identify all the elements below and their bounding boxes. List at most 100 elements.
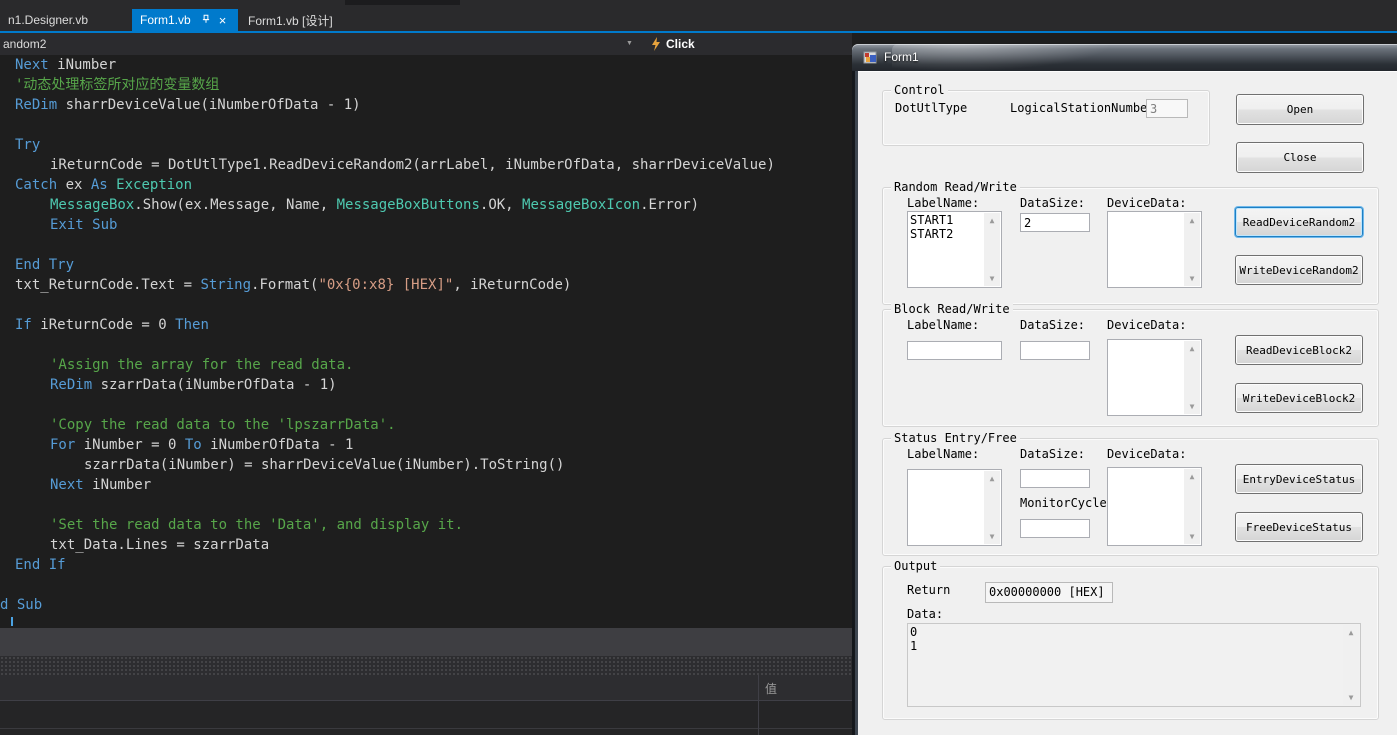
- status-labelname-label: LabelName:: [907, 447, 980, 461]
- freedevicestatus-button[interactable]: FreeDeviceStatus: [1235, 512, 1363, 542]
- code-line: Try: [15, 137, 41, 153]
- scrollbar[interactable]: ▲ ▼: [1184, 213, 1200, 286]
- scrollbar[interactable]: ▲ ▼: [984, 471, 1000, 544]
- scroll-down-icon[interactable]: ▼: [1184, 399, 1200, 414]
- status-labelname-input[interactable]: ▲ ▼: [907, 469, 1002, 546]
- window-title: Form1: [884, 50, 919, 64]
- tab-form1-vb[interactable]: Form1.vb ×: [132, 9, 238, 31]
- scroll-up-icon[interactable]: ▲: [1184, 341, 1200, 356]
- form-client-area: Control DotUtlType LogicalStationNumbe 3…: [858, 71, 1397, 735]
- editor-tab-strip: n1.Designer.vb Form1.vb × Form1.vb [设计]: [0, 9, 1397, 33]
- code-line: 'Set the read data to the 'Data', and di…: [50, 517, 464, 533]
- scroll-down-icon[interactable]: ▼: [1343, 690, 1359, 705]
- tab-form1-designer[interactable]: n1.Designer.vb: [0, 9, 122, 31]
- event-bolt-icon: [650, 37, 662, 56]
- block-devicedata-input[interactable]: ▲ ▼: [1107, 339, 1202, 416]
- block-datasize-input[interactable]: [1020, 341, 1090, 360]
- status-devicedata-label: DeviceData:: [1107, 447, 1187, 461]
- writedevicerandom2-button[interactable]: WriteDeviceRandom2: [1235, 255, 1363, 285]
- status-devicedata-input[interactable]: ▲ ▼: [1107, 467, 1202, 546]
- status-datasize-input[interactable]: [1020, 469, 1090, 488]
- tab-form1-design[interactable]: Form1.vb [设计]: [240, 9, 364, 31]
- entrydevicestatus-button[interactable]: EntryDeviceStatus: [1235, 464, 1363, 494]
- scrollbar[interactable]: ▲ ▼: [1343, 625, 1359, 705]
- output-return-input[interactable]: 0x00000000 [HEX]: [985, 582, 1113, 603]
- code-line: MessageBox.Show(ex.Message, Name, Messag…: [50, 197, 700, 213]
- watch-column-divider[interactable]: [758, 675, 759, 735]
- watch-value-column-header: 值: [765, 682, 778, 696]
- dotutltype-label: DotUtlType: [895, 101, 968, 115]
- close-icon[interactable]: ×: [219, 14, 227, 27]
- output-data-label: Data:: [907, 607, 944, 621]
- group-label: Status Entry/Free: [891, 431, 1020, 445]
- watch-row[interactable]: [0, 728, 852, 735]
- horizontal-scrollbar[interactable]: [0, 628, 852, 656]
- scroll-up-icon[interactable]: ▲: [1343, 625, 1359, 640]
- random-datasize-input[interactable]: 2: [1020, 213, 1090, 232]
- scrollbar[interactable]: ▲ ▼: [984, 213, 1000, 286]
- block-datasize-label: DataSize:: [1020, 318, 1086, 332]
- code-editor[interactable]: Next iNumber '动态处理标签所对应的变量数组 ReDim sharrDe…: [0, 55, 852, 628]
- scroll-down-icon[interactable]: ▼: [1184, 271, 1200, 286]
- vs-top-notch: [345, 0, 460, 5]
- code-line: 'Assign the array for the read data.: [50, 357, 354, 373]
- group-label: Random Read/Write: [891, 180, 1020, 194]
- scroll-up-icon[interactable]: ▲: [1184, 213, 1200, 228]
- output-data-input[interactable]: 0 1 ▲ ▼: [907, 623, 1361, 707]
- scrollbar[interactable]: ▲ ▼: [1184, 341, 1200, 414]
- scroll-up-icon[interactable]: ▲: [984, 471, 1000, 486]
- code-line: Exit Sub: [50, 217, 118, 233]
- scroll-down-icon[interactable]: ▼: [1184, 529, 1200, 544]
- logicalstationnumber-label: LogicalStationNumbe: [1010, 101, 1148, 115]
- scroll-up-icon[interactable]: ▲: [984, 213, 1000, 228]
- scroll-down-icon[interactable]: ▼: [984, 271, 1000, 286]
- random-datasize-label: DataSize:: [1020, 196, 1086, 210]
- code-line: Next iNumber: [50, 477, 152, 493]
- code-line: ReDim szarrData(iNumberOfData - 1): [50, 377, 337, 393]
- chevron-down-icon[interactable]: ▼: [626, 40, 633, 47]
- random-labelname-label: LabelName:: [907, 196, 980, 210]
- code-line: If iReturnCode = 0 Then: [15, 317, 209, 333]
- window-title-bar[interactable]: Form1: [852, 44, 1397, 71]
- tab-label: n1.Designer.vb: [8, 13, 89, 27]
- readdevicerandom2-button[interactable]: ReadDeviceRandom2: [1235, 207, 1363, 237]
- code-line: Next iNumber: [15, 57, 117, 73]
- pin-icon[interactable]: [201, 13, 211, 27]
- writedeviceblock2-button[interactable]: WriteDeviceBlock2: [1235, 383, 1363, 413]
- logicalstationnumber-input[interactable]: 3: [1146, 99, 1188, 118]
- status-monitorcycle-label: MonitorCycle:: [1020, 496, 1114, 510]
- random-labelname-input[interactable]: START1 START2 ▲ ▼: [907, 211, 1002, 288]
- readdeviceblock2-button[interactable]: ReadDeviceBlock2: [1235, 335, 1363, 365]
- panel-splitter[interactable]: [0, 656, 852, 675]
- nav-event-dropdown[interactable]: Click: [666, 37, 695, 51]
- code-line: For iNumber = 0 To iNumberOfData - 1: [50, 437, 354, 453]
- form-icon: [862, 49, 878, 70]
- status-monitorcycle-input[interactable]: [1020, 519, 1090, 538]
- block-labelname-input[interactable]: [907, 341, 1002, 360]
- random-devicedata-input[interactable]: ▲ ▼: [1107, 211, 1202, 288]
- code-line: Catch ex As Exception: [15, 177, 193, 193]
- watch-row[interactable]: [0, 701, 852, 729]
- close-button[interactable]: Close: [1236, 142, 1364, 173]
- code-line: szarrData(iNumber) = sharrDeviceValue(iN…: [84, 457, 565, 473]
- nav-scope-dropdown[interactable]: andom2: [3, 37, 46, 51]
- open-button[interactable]: Open: [1236, 94, 1364, 125]
- scroll-up-icon[interactable]: ▲: [1184, 469, 1200, 484]
- text-caret: [11, 617, 13, 626]
- status-datasize-label: DataSize:: [1020, 447, 1086, 461]
- code-line: txt_Data.Lines = szarrData: [50, 537, 270, 553]
- scroll-down-icon[interactable]: ▼: [984, 529, 1000, 544]
- scrollbar[interactable]: ▲ ▼: [1184, 469, 1200, 544]
- screen: n1.Designer.vb Form1.vb × Form1.vb [设计] …: [0, 0, 1397, 735]
- random-devicedata-label: DeviceData:: [1107, 196, 1187, 210]
- tab-label: Form1.vb [设计]: [248, 13, 333, 28]
- code-line: '动态处理标签所对应的变量数组: [15, 77, 220, 93]
- code-line: d Sub: [0, 597, 43, 613]
- group-label: Output: [891, 559, 941, 573]
